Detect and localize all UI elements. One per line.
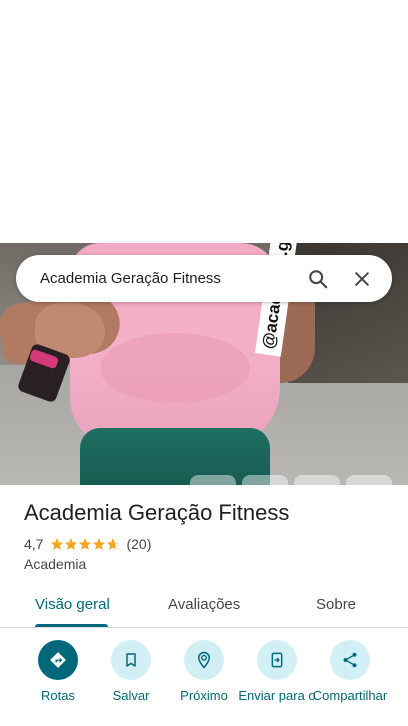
map-area-blank <box>0 0 408 243</box>
star-icon <box>51 538 64 550</box>
photo-thumbnail[interactable] <box>242 475 288 485</box>
photo-thumbnail[interactable] <box>190 475 236 485</box>
directions-label: Rotas <box>41 688 75 703</box>
photo-thumbnail[interactable] <box>346 475 392 485</box>
photo-thumbnail[interactable] <box>294 475 340 485</box>
close-icon[interactable] <box>346 263 378 295</box>
rating-row[interactable]: 4,7 (20) <box>24 536 151 552</box>
search-bar[interactable]: Academia Geração Fitness <box>16 255 392 302</box>
save-button[interactable]: Salvar <box>91 640 171 703</box>
nearby-label: Próximo <box>180 688 228 703</box>
half-star-icon <box>107 538 120 550</box>
star-icon <box>65 538 78 550</box>
send-to-phone-icon[interactable] <box>257 640 297 680</box>
photo-shirt-fold <box>100 333 250 403</box>
tab-overview[interactable]: Visão geral <box>35 596 110 613</box>
directions-button[interactable]: Rotas <box>18 640 98 703</box>
rating-value: 4,7 <box>24 536 44 552</box>
tab-reviews[interactable]: Avaliações <box>168 596 240 613</box>
tab-bar: Visão geral Avaliações Sobre <box>0 585 408 628</box>
share-button[interactable]: Compartilhar <box>310 640 390 703</box>
share-icon[interactable] <box>330 640 370 680</box>
action-bar: Rotas Salvar Próximo Enviar para o Compa… <box>0 640 408 726</box>
directions-icon[interactable] <box>38 640 78 680</box>
place-category[interactable]: Academia <box>24 556 86 572</box>
send-to-phone-button[interactable]: Enviar para o <box>237 640 317 703</box>
place-title: Academia Geração Fitness <box>24 500 290 525</box>
save-label: Salvar <box>112 688 150 703</box>
star-icon <box>79 538 92 550</box>
active-tab-indicator <box>35 624 108 627</box>
nearby-icon[interactable] <box>184 640 224 680</box>
search-input[interactable]: Academia Geração Fitness <box>40 270 302 287</box>
rating-stars <box>50 537 120 551</box>
bookmark-icon[interactable] <box>111 640 151 680</box>
share-label: Compartilhar <box>312 688 388 703</box>
review-count[interactable]: (20) <box>126 536 151 552</box>
star-icon <box>93 538 106 550</box>
send-to-phone-label: Enviar para o <box>238 688 316 703</box>
photo-thumbnails <box>190 475 392 485</box>
nearby-button[interactable]: Próximo <box>164 640 244 703</box>
tab-about[interactable]: Sobre <box>316 596 356 613</box>
search-icon[interactable] <box>302 263 334 295</box>
